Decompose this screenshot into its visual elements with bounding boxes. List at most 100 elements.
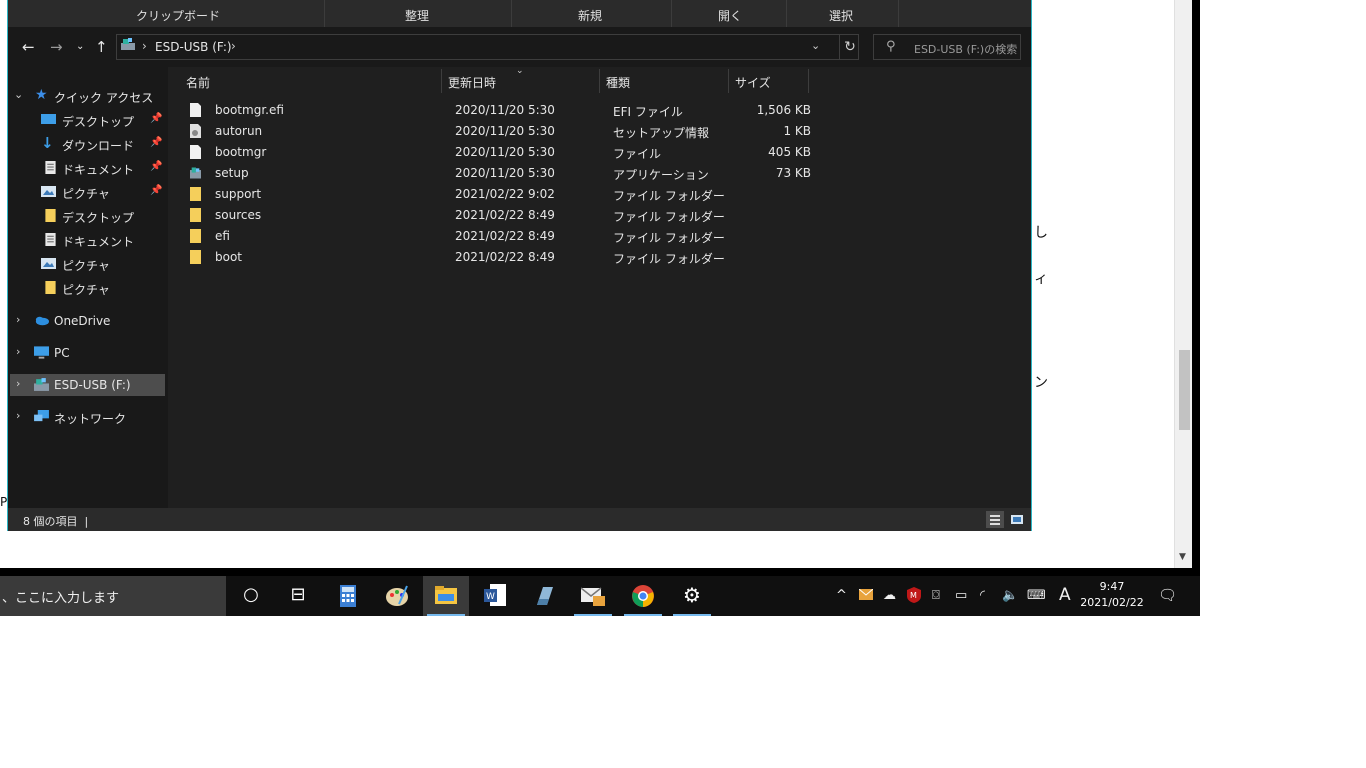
cortana-button[interactable]: ○ xyxy=(228,576,274,616)
file-icon xyxy=(190,145,201,159)
cortana-circle-icon: ○ xyxy=(243,584,259,605)
bg-fragment: ィ xyxy=(1034,271,1048,287)
back-arrow-icon[interactable]: ← xyxy=(22,38,35,56)
expand-chevron-icon[interactable]: ⌄ xyxy=(14,88,23,101)
nav-item-onedrive[interactable]: › OneDrive xyxy=(8,310,166,332)
pin-icon[interactable]: 📌 xyxy=(150,113,162,124)
file-row[interactable]: boot 2021/02/22 8:49 ファイル フォルダー xyxy=(184,247,804,268)
show-hidden-icons-chevron-icon[interactable]: ^ xyxy=(836,588,847,603)
scrollbar-thumb[interactable] xyxy=(1179,350,1190,430)
nav-item-desktop-pinned[interactable]: デスクトップ 📌 xyxy=(8,109,166,131)
nav-item-esd-usb[interactable]: › ESD-USB (F:) xyxy=(10,374,165,396)
chrome-app[interactable] xyxy=(620,576,666,616)
file-date: 2021/02/22 8:49 xyxy=(455,229,555,243)
file-type: ファイル フォルダー xyxy=(613,252,725,266)
nav-item-downloads-pinned[interactable]: ↓ ダウンロード 📌 xyxy=(8,133,166,155)
action-center-icon[interactable]: 🗨 xyxy=(1158,586,1177,604)
column-separator[interactable] xyxy=(599,69,600,93)
address-bar[interactable]: › ESD-USB (F:) › ⌄ ↻ xyxy=(116,34,859,60)
ribbon-group-clipboard[interactable]: クリップボード xyxy=(136,7,220,24)
taskbar: 、ここに入力します ○ ⊟ W ⚙ ^ ☁ M ⌼ ▭ ◜ 🔈 ⌨ A 9:47… xyxy=(0,576,1200,616)
address-dropdown-icon[interactable]: ⌄ xyxy=(811,39,820,52)
battery-icon[interactable]: ▭ xyxy=(955,588,967,603)
word-app[interactable]: W xyxy=(472,576,518,616)
expand-chevron-icon[interactable]: › xyxy=(16,345,20,358)
pin-icon[interactable]: 📌 xyxy=(150,137,162,148)
touch-keyboard-icon[interactable]: ⌨ xyxy=(1027,588,1046,603)
search-icon: ⚲ xyxy=(886,39,896,54)
mcafee-shield-icon[interactable]: M xyxy=(907,587,921,603)
pin-icon[interactable]: 📌 xyxy=(150,185,162,196)
column-separator[interactable] xyxy=(808,69,809,93)
file-name: efi xyxy=(215,229,230,243)
ribbon-group-select[interactable]: 選択 xyxy=(829,7,853,24)
file-row[interactable]: support 2021/02/22 9:02 ファイル フォルダー xyxy=(184,184,804,205)
column-header-name[interactable]: 名前 xyxy=(186,74,210,102)
breadcrumb-chevron-icon[interactable]: › xyxy=(231,39,236,53)
expand-chevron-icon[interactable]: › xyxy=(16,313,20,326)
ribbon-group-new[interactable]: 新規 xyxy=(578,7,602,24)
paint-app[interactable] xyxy=(374,576,420,616)
large-icons-view-icon[interactable] xyxy=(1008,511,1026,528)
file-date: 2020/11/20 5:30 xyxy=(455,103,555,117)
word-icon: W xyxy=(484,584,506,606)
tray-mail-icon[interactable] xyxy=(859,589,873,601)
column-separator[interactable] xyxy=(441,69,442,93)
computer-icon xyxy=(34,346,49,359)
forward-arrow-icon[interactable]: → xyxy=(50,38,63,56)
folder-icon xyxy=(190,229,201,243)
recent-locations-chevron-icon[interactable]: ⌄ xyxy=(76,41,84,52)
taskbar-search-box[interactable]: 、ここに入力します xyxy=(0,576,226,616)
details-view-icon[interactable] xyxy=(986,511,1004,528)
scroll-down-arrow-icon[interactable]: ▼ xyxy=(1179,552,1186,562)
nav-item-pc[interactable]: › PC xyxy=(8,342,166,364)
nav-item-documents-pinned[interactable]: ドキュメント 📌 xyxy=(8,157,166,179)
settings-app[interactable]: ⚙ xyxy=(669,576,715,616)
nav-item-desktop-folder[interactable]: デスクトップ xyxy=(8,205,166,227)
expand-chevron-icon[interactable]: › xyxy=(16,377,20,390)
file-row[interactable]: bootmgr 2020/11/20 5:30 ファイル 405 KB xyxy=(184,142,811,163)
meet-now-icon[interactable]: ⌼ xyxy=(932,588,940,603)
expand-chevron-icon[interactable]: › xyxy=(16,409,20,422)
nav-quick-access[interactable]: ⌄ ★ クイック アクセス xyxy=(8,85,166,107)
nav-item-network[interactable]: › ネットワーク xyxy=(8,406,166,428)
nav-item-documents-folder[interactable]: ドキュメント xyxy=(8,229,166,251)
file-explorer-app[interactable] xyxy=(423,576,469,616)
taskbar-clock[interactable]: 9:47 2021/02/22 xyxy=(1080,579,1144,611)
nav-item-pictures-folder[interactable]: ピクチャ xyxy=(8,253,166,275)
clock-date: 2021/02/22 xyxy=(1080,596,1144,609)
running-indicator xyxy=(624,614,662,616)
wifi-icon[interactable]: ◜ xyxy=(980,588,985,603)
nav-label: ピクチャ xyxy=(62,187,110,201)
file-row[interactable]: efi 2021/02/22 8:49 ファイル フォルダー xyxy=(184,226,804,247)
refresh-icon[interactable]: ↻ xyxy=(839,35,860,59)
calculator-app[interactable] xyxy=(325,576,371,616)
task-view-button[interactable]: ⊟ xyxy=(275,576,321,616)
mail-app[interactable] xyxy=(570,576,616,616)
column-header-type[interactable]: 種類 xyxy=(606,74,630,102)
file-row[interactable]: setup 2020/11/20 5:30 アプリケーション 73 KB xyxy=(184,163,811,184)
nav-item-pictures-pinned[interactable]: ピクチャ 📌 xyxy=(8,181,166,203)
volume-muted-icon[interactable]: 🔈 xyxy=(1002,588,1018,603)
search-box[interactable]: ⚲ ESD-USB (F:)の検索 xyxy=(873,34,1021,60)
ime-indicator[interactable]: A xyxy=(1059,585,1071,605)
up-arrow-icon[interactable]: ↑ xyxy=(95,38,108,56)
file-row[interactable]: bootmgr.efi 2020/11/20 5:30 EFI ファイル 1,506 … xyxy=(184,100,811,121)
column-header-modified[interactable]: 更新日時 xyxy=(448,74,496,102)
ribbon-group-open[interactable]: 開く xyxy=(718,7,742,24)
notes-app[interactable] xyxy=(521,576,567,616)
background-scrollbar[interactable]: ▼ xyxy=(1174,0,1193,568)
file-row[interactable]: sources 2021/02/22 8:49 ファイル フォルダー xyxy=(184,205,804,226)
pin-icon[interactable]: 📌 xyxy=(150,161,162,172)
file-explorer-folder-icon xyxy=(435,586,457,604)
ribbon-group-organize[interactable]: 整理 xyxy=(405,7,429,24)
breadcrumb-chevron-icon[interactable]: › xyxy=(142,39,147,53)
nav-item-pictures-folder-2[interactable]: ピクチャ xyxy=(8,277,166,299)
column-header-size[interactable]: サイズ xyxy=(735,74,771,102)
breadcrumb-drive[interactable]: ESD-USB (F:) xyxy=(155,40,232,54)
file-row[interactable]: autorun 2020/11/20 5:30 セットアップ情報 1 KB xyxy=(184,121,811,142)
active-indicator xyxy=(427,614,465,616)
onedrive-tray-icon[interactable]: ☁ xyxy=(883,588,896,603)
column-separator[interactable] xyxy=(728,69,729,93)
navigation-pane: ⌄ ★ クイック アクセス デスクトップ 📌 ↓ ダウンロード 📌 ドキュメント… xyxy=(8,67,166,508)
